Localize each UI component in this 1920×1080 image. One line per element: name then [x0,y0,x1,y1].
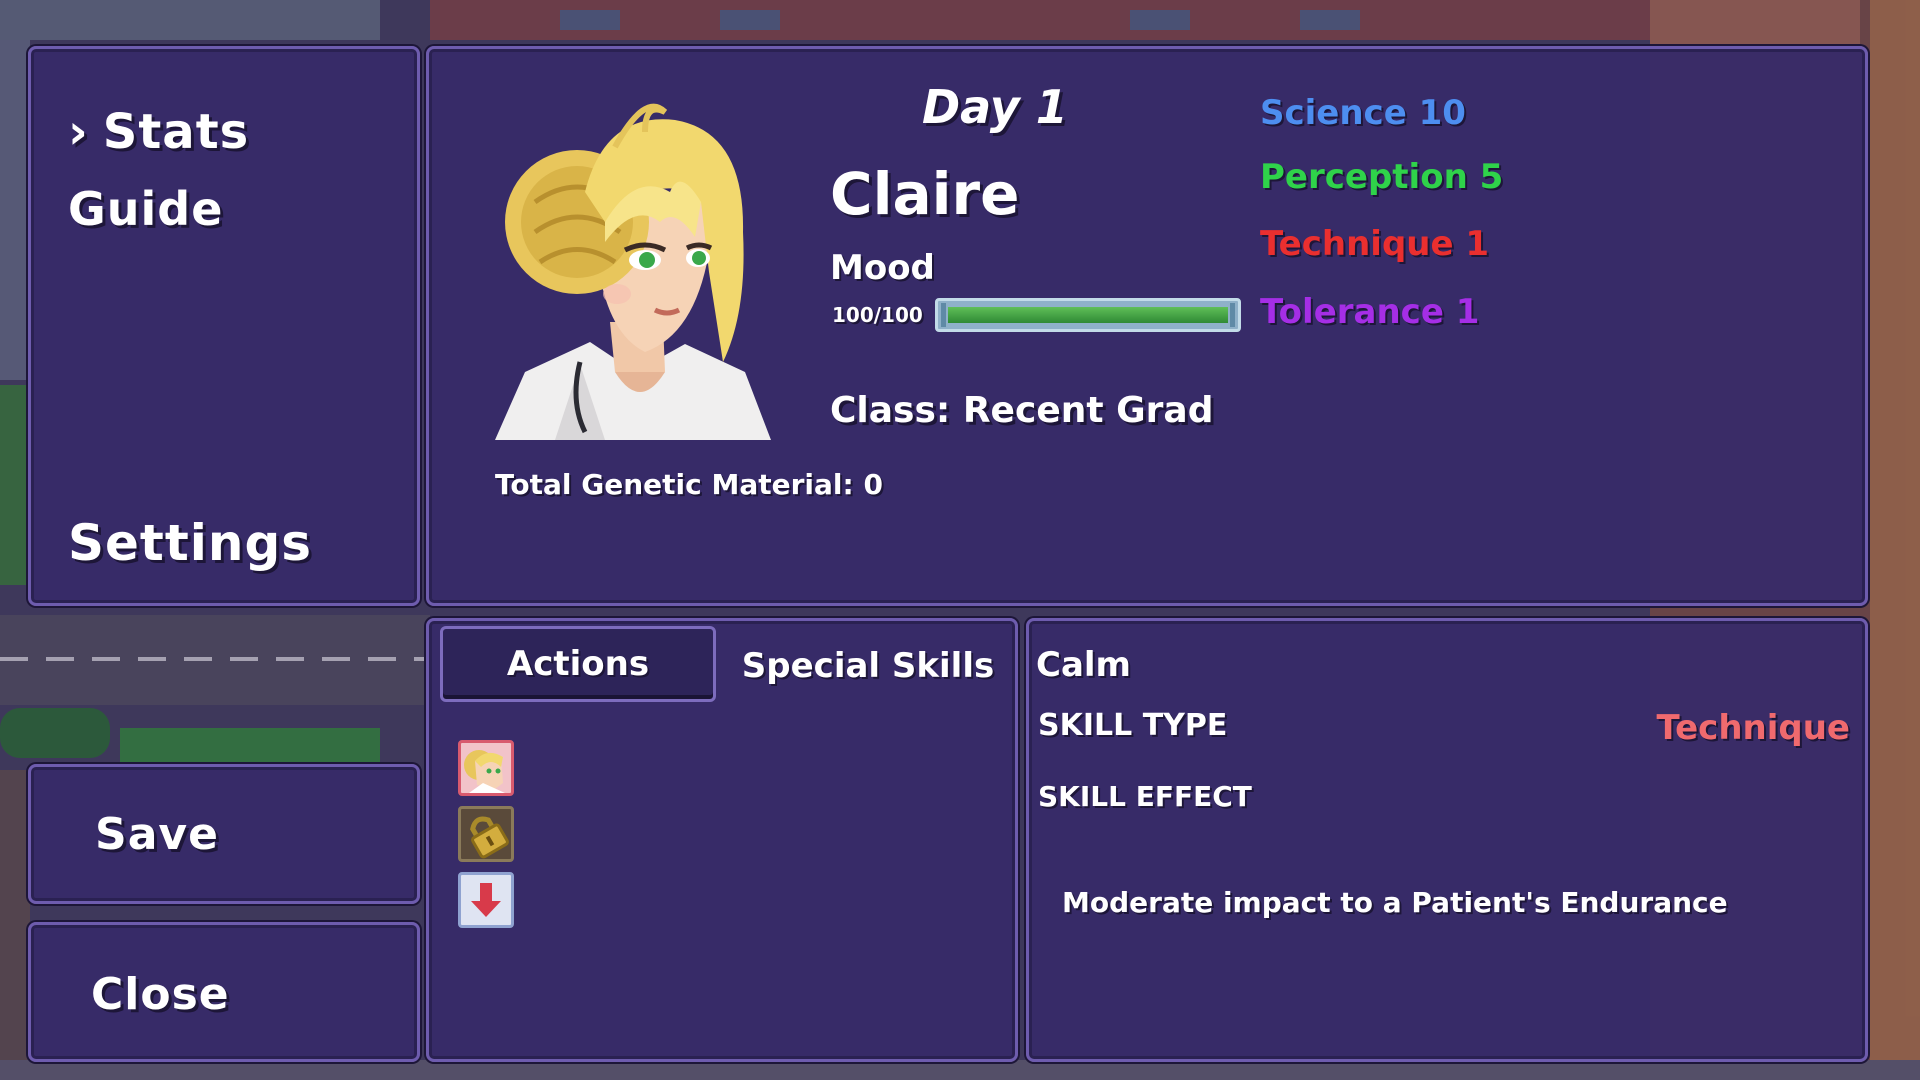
settings-label: Settings [68,514,313,572]
tab-special-skills-label: Special Skills [741,646,995,686]
mood-bar-cap-right [1230,303,1235,327]
close-label: Close [91,969,230,1020]
stat-technique: Technique 1 [1260,224,1490,264]
tab-actions-label: Actions [506,644,650,684]
stat-science: Science 10 [1260,93,1466,133]
character-name: Claire [830,160,1020,228]
mood-bar-fill [948,307,1228,323]
menu-item-guide[interactable]: Guide [68,182,223,236]
genetic-material: Total Genetic Material: 0 [495,468,883,501]
save-button[interactable]: Save [28,764,420,904]
menu-item-stats[interactable]: › Stats [68,104,249,160]
lock-icon[interactable] [458,806,514,862]
character-class: Class: Recent Grad [830,390,1214,431]
mood-bar-cap-left [941,303,946,327]
settings-button[interactable]: Settings [68,514,312,572]
down-arrow-icon[interactable] [458,872,514,928]
skill-detail-panel [1026,618,1868,1062]
mood-label: Mood [830,248,935,288]
menu-item-stats-label: Stats [102,104,250,160]
close-button[interactable]: Close [28,922,420,1062]
skill-type-label: SKILL TYPE [1038,708,1228,743]
tab-special-skills[interactable]: Special Skills [740,636,996,702]
day-indicator: Day 1 [922,80,1068,134]
skill-name: Calm [1036,645,1131,685]
menu-item-guide-label: Guide [68,182,224,236]
mood-value: 100/100 [832,303,923,327]
claire-portrait-icon[interactable] [458,740,514,796]
skill-type-value: Technique [1656,708,1850,748]
mood-bar [935,298,1241,332]
skill-effect-description: Moderate impact to a Patient's Endurance [1062,886,1728,919]
stat-tolerance: Tolerance 1 [1260,292,1480,332]
claire-portrait [495,103,771,440]
save-label: Save [95,809,219,860]
skill-effect-label: SKILL EFFECT [1038,780,1252,813]
tab-actions[interactable]: Actions [440,626,716,702]
mood-bar-track [948,307,1228,323]
chevron-right-icon: › [68,104,89,160]
stat-perception: Perception 5 [1260,157,1504,197]
